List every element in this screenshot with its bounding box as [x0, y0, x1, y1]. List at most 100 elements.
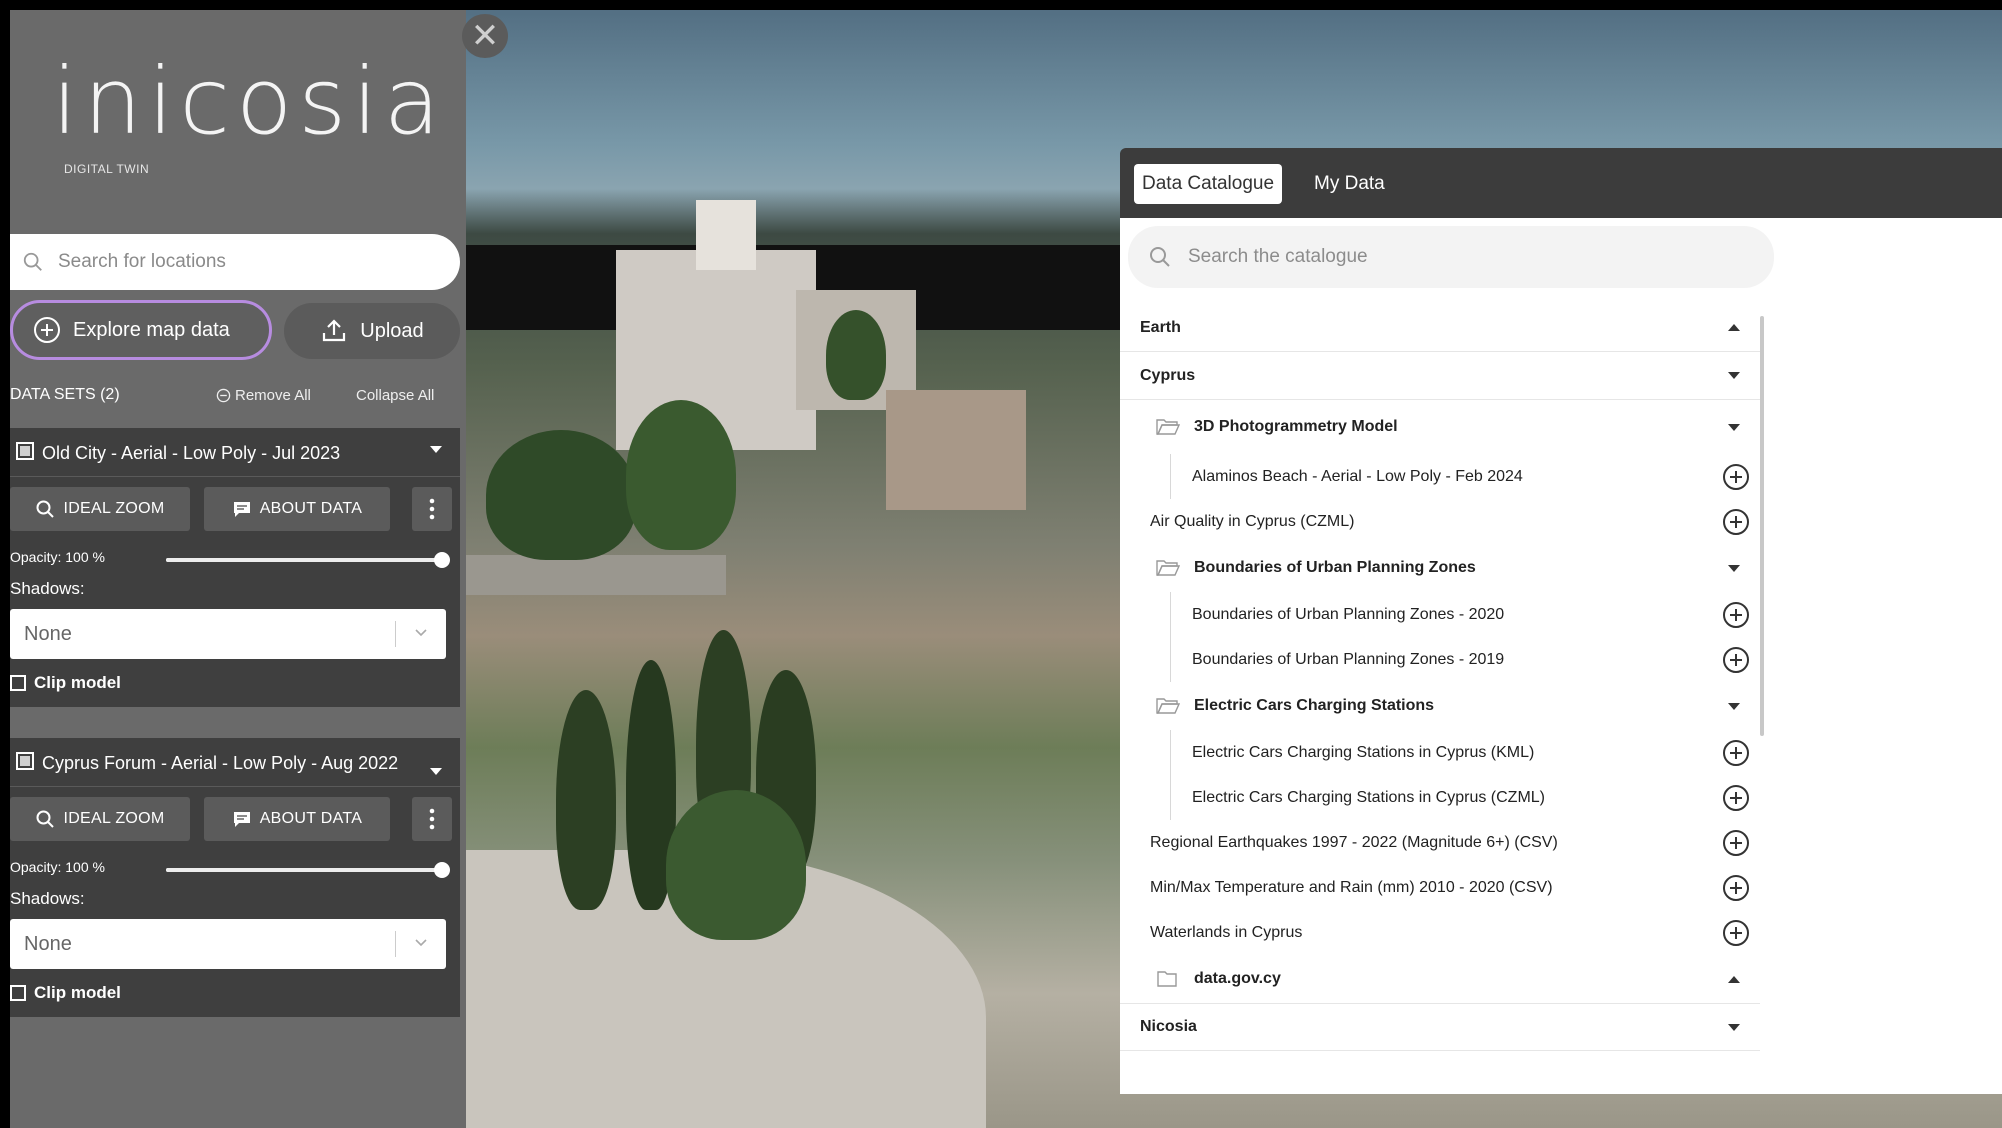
catalogue-search-input[interactable] [1188, 246, 1708, 268]
catalogue-item-label: Alaminos Beach - Aerial - Low Poly - Feb… [1192, 467, 1523, 485]
catalogue-item[interactable]: Regional Earthquakes 1997 - 2022 (Magnit… [1120, 820, 1760, 865]
folder-open-icon [1156, 560, 1180, 576]
opacity-slider-fill [166, 868, 442, 872]
catalogue-item-label: Regional Earthquakes 1997 - 2022 (Magnit… [1150, 833, 1558, 851]
chevron-down-icon[interactable] [430, 768, 442, 775]
catalogue-tab-bar: Data Catalogue My Data [1120, 148, 2002, 218]
add-circle-icon[interactable] [1722, 919, 1750, 947]
catalogue-folder-boundaries[interactable]: Boundaries of Urban Planning Zones [1120, 544, 1760, 592]
ideal-zoom-button[interactable]: IDEAL ZOOM [10, 797, 190, 841]
catalogue-search-box[interactable] [1128, 226, 1774, 288]
close-sidebar-button[interactable]: ✕ [462, 14, 508, 58]
tab-data-catalogue[interactable]: Data Catalogue [1134, 164, 1283, 204]
opacity-slider[interactable] [166, 552, 450, 568]
add-circle-icon[interactable] [1722, 739, 1750, 767]
catalogue-item[interactable]: Electric Cars Charging Stations in Cypru… [1120, 775, 1760, 820]
ideal-zoom-button[interactable]: IDEAL ZOOM [10, 487, 190, 531]
upload-label: Upload [360, 319, 424, 342]
catalogue-item[interactable]: Boundaries of Urban Planning Zones - 202… [1120, 592, 1760, 637]
about-data-label: ABOUT DATA [259, 500, 363, 517]
select-divider [395, 931, 396, 957]
search-icon [1150, 247, 1170, 267]
catalogue-folder-ev-stations[interactable]: Electric Cars Charging Stations [1120, 682, 1760, 730]
add-circle-icon[interactable] [1722, 508, 1750, 536]
catalogue-item[interactable]: Min/Max Temperature and Rain (mm) 2010 -… [1120, 865, 1760, 910]
chevron-down-icon [1728, 564, 1740, 572]
catalogue-group-earth[interactable]: Earth [1120, 304, 1760, 352]
upload-button[interactable]: Upload [284, 303, 460, 359]
catalogue-item[interactable]: Waterlands in Cyprus [1120, 910, 1760, 955]
map-tree [556, 690, 616, 910]
catalogue-item-label: Boundaries of Urban Planning Zones - 201… [1192, 650, 1505, 668]
about-data-button[interactable]: ABOUT DATA [204, 797, 390, 841]
location-search-input[interactable] [58, 251, 418, 273]
catalogue-folder-label: Electric Cars Charging Stations [1194, 697, 1435, 714]
select-divider [395, 621, 396, 647]
more-options-button[interactable] [412, 797, 452, 841]
data-catalogue-panel: Data Catalogue My Data Earth Cyprus 3D P… [1120, 148, 2002, 1094]
add-circle-icon[interactable] [1722, 784, 1750, 812]
add-circle-icon[interactable] [1722, 646, 1750, 674]
about-data-button[interactable]: ABOUT DATA [204, 487, 390, 531]
add-circle-icon[interactable] [1722, 874, 1750, 902]
search-icon [36, 810, 55, 828]
search-icon [36, 500, 55, 518]
collapse-all-button[interactable]: Collapse All [356, 387, 434, 404]
tab-my-data[interactable]: My Data [1306, 164, 1393, 204]
dataset-title: Old City - Aerial - Low Poly - Jul 2023 [42, 443, 341, 463]
opacity-slider[interactable] [166, 862, 450, 878]
datasets-title: DATA SETS (2) [10, 386, 120, 403]
shadows-select[interactable]: None [10, 919, 446, 969]
chevron-down-icon[interactable] [430, 446, 442, 453]
catalogue-group-nicosia[interactable]: Nicosia [1120, 1003, 1760, 1051]
catalogue-body: Earth Cyprus 3D Photogrammetry Model Ala… [1120, 218, 2002, 1094]
catalogue-item-label: Air Quality in Cyprus (CZML) [1150, 512, 1355, 530]
add-circle-icon[interactable] [1722, 463, 1750, 491]
add-circle-icon[interactable] [1722, 829, 1750, 857]
catalogue-folder-datagov[interactable]: data.gov.cy [1120, 955, 1760, 1003]
catalogue-item-label: Min/Max Temperature and Rain (mm) 2010 -… [1150, 878, 1553, 896]
dataset-card-header[interactable]: Cyprus Forum - Aerial - Low Poly - Aug 2… [10, 738, 460, 787]
catalogue-tree: Earth Cyprus 3D Photogrammetry Model Ala… [1120, 304, 1768, 1051]
opacity-label: Opacity: 100 % [10, 859, 105, 875]
catalogue-folder-label: Boundaries of Urban Planning Zones [1194, 559, 1476, 576]
map-tree [626, 400, 736, 550]
catalogue-item[interactable]: Boundaries of Urban Planning Zones - 201… [1120, 637, 1760, 682]
more-options-button[interactable] [412, 487, 452, 531]
shadows-select[interactable]: None [10, 609, 446, 659]
catalogue-group-cyprus[interactable]: Cyprus [1120, 352, 1760, 400]
add-circle-icon[interactable] [1722, 601, 1750, 629]
catalogue-group-label: Cyprus [1140, 366, 1196, 384]
shadows-label: Shadows: [10, 579, 85, 598]
catalogue-folder-photogrammetry[interactable]: 3D Photogrammetry Model [1120, 400, 1760, 454]
folder-open-icon [1156, 698, 1180, 714]
dataset-title: Cyprus Forum - Aerial - Low Poly - Aug 2… [42, 753, 399, 773]
opacity-slider-handle[interactable] [434, 552, 450, 568]
chevron-up-icon [1728, 975, 1740, 983]
dataset-visibility-checkbox[interactable] [16, 442, 34, 460]
chevron-down-icon [1728, 1023, 1740, 1031]
clip-model-label: Clip model [34, 983, 121, 1002]
dataset-card-header[interactable]: Old City - Aerial - Low Poly - Jul 2023 [10, 428, 460, 477]
chevron-down-icon [415, 939, 427, 947]
dataset-visibility-checkbox[interactable] [16, 752, 34, 770]
location-search-box[interactable] [10, 234, 460, 290]
clip-model-checkbox[interactable] [10, 675, 26, 691]
catalogue-item[interactable]: Electric Cars Charging Stations in Cypru… [1120, 730, 1760, 775]
clip-model-label: Clip model [34, 673, 121, 692]
explore-map-data-button[interactable]: Explore map data [10, 300, 272, 360]
more-vertical-icon [429, 498, 435, 520]
clip-model-toggle[interactable]: Clip model [10, 659, 460, 707]
catalogue-item[interactable]: Alaminos Beach - Aerial - Low Poly - Feb… [1120, 454, 1760, 499]
catalogue-item[interactable]: Air Quality in Cyprus (CZML) [1120, 499, 1760, 544]
opacity-slider-handle[interactable] [434, 862, 450, 878]
chevron-down-icon [1728, 423, 1740, 431]
clip-model-toggle[interactable]: Clip model [10, 969, 460, 1017]
explore-map-data-label: Explore map data [73, 318, 230, 341]
folder-open-icon [1156, 419, 1180, 435]
datasets-header: DATA SETS (2) Remove All Collapse All [10, 380, 460, 410]
chevron-down-icon [1728, 372, 1740, 379]
remove-all-button[interactable]: Remove All [216, 387, 311, 404]
clip-model-checkbox[interactable] [10, 985, 26, 1001]
catalogue-group-label: Earth [1140, 318, 1181, 336]
